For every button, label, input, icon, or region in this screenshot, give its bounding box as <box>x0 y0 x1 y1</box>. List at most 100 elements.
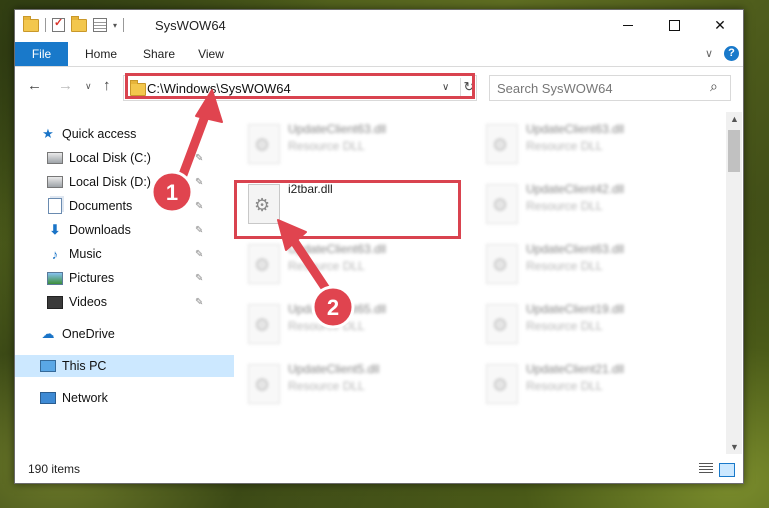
dll-file-icon <box>248 244 280 284</box>
computer-icon <box>40 358 56 374</box>
tab-share[interactable]: Share <box>137 42 181 66</box>
cloud-icon: ☁ <box>41 326 55 341</box>
toolbar-dropdown-icon[interactable]: ▾ <box>113 21 117 30</box>
recent-locations-icon[interactable]: ∨ <box>85 81 92 92</box>
pin-icon[interactable]: ✎ <box>195 177 203 188</box>
file-name: UpdateClient19.dll <box>526 302 625 316</box>
file-name: UpdateClient63.dll <box>288 242 387 256</box>
window-title: SysWOW64 <box>155 18 226 33</box>
sidebar-item-onedrive[interactable]: ☁ OneDrive <box>15 323 234 345</box>
up-arrow-icon[interactable]: ↑ <box>103 77 111 94</box>
title-bar: ▾ SysWOW64 ✕ <box>15 10 743 40</box>
search-input[interactable]: Search SysWOW64 ⌕ <box>489 75 731 101</box>
file-item[interactable]: UpdateClient19.dll Resource DLL <box>474 300 699 356</box>
file-name: UpdateClient42.dll <box>526 182 625 196</box>
refresh-icon[interactable]: ↻ <box>460 78 477 96</box>
download-icon: ⬇ <box>49 222 61 237</box>
pin-icon[interactable]: ✎ <box>195 201 203 212</box>
file-item[interactable]: UpdateClient63.dll Resource DLL <box>474 240 699 296</box>
sidebar-item-downloads[interactable]: ⬇ Downloads ✎ <box>15 219 241 241</box>
close-button[interactable]: ✕ <box>697 10 743 40</box>
address-dropdown-icon[interactable]: ∨ <box>442 82 449 93</box>
sidebar-item-label: Videos <box>69 295 107 309</box>
vertical-scrollbar[interactable]: ▲ ▼ <box>726 112 742 454</box>
maximize-button[interactable] <box>651 10 697 40</box>
star-icon: ★ <box>42 126 54 141</box>
file-name: UpdateClient5.dll <box>288 362 380 376</box>
toolbar-divider <box>123 18 125 32</box>
file-item[interactable]: UpdateClient63.dll Resource DLL <box>236 120 461 176</box>
address-bar[interactable]: C:\Windows\SysWOW64 ∨ ↻ <box>123 75 477 101</box>
file-item[interactable]: UpdateClient5.dll Resource DLL <box>236 360 461 416</box>
disk-icon <box>47 150 63 166</box>
file-type: Resource DLL <box>526 139 603 153</box>
details-view-icon[interactable] <box>699 463 713 475</box>
sidebar-item-label: Music <box>69 247 102 261</box>
tab-view[interactable]: View <box>191 42 231 66</box>
scroll-down-icon[interactable]: ▼ <box>730 442 739 452</box>
pin-icon[interactable]: ✎ <box>195 273 203 284</box>
music-icon: ♪ <box>51 246 59 262</box>
scroll-thumb[interactable] <box>728 130 740 172</box>
sidebar-item-quick-access[interactable]: ★ Quick access <box>15 123 234 145</box>
tab-home[interactable]: Home <box>75 42 127 66</box>
file-item[interactable]: UpdateClient21.dll Resource DLL <box>474 360 699 416</box>
toolbar-divider <box>45 18 46 32</box>
quick-access-toolbar: ▾ <box>23 15 125 33</box>
pin-icon[interactable]: ✎ <box>195 297 203 308</box>
pin-icon[interactable]: ✎ <box>195 249 203 260</box>
sidebar-item-local-disk-c[interactable]: Local Disk (C:) ✎ <box>15 147 241 169</box>
file-name: UpdateClient65.dll <box>288 302 387 316</box>
sidebar-item-documents[interactable]: Documents ✎ <box>15 195 241 217</box>
search-icon[interactable]: ⌕ <box>710 78 718 95</box>
sidebar-item-label: OneDrive <box>62 327 115 341</box>
sidebar-item-label: Documents <box>69 199 133 213</box>
file-name: UpdateClient63.dll <box>526 242 625 256</box>
sidebar-item-network[interactable]: Network <box>15 387 234 409</box>
help-icon[interactable]: ? <box>724 46 739 61</box>
file-type: Resource DLL <box>526 379 603 393</box>
file-item[interactable]: UpdateClient63.dll Resource DLL <box>236 240 461 296</box>
folder-icon[interactable] <box>23 15 39 32</box>
file-item[interactable]: UpdateClient63.dll Resource DLL <box>474 120 699 176</box>
scroll-up-icon[interactable]: ▲ <box>730 114 739 124</box>
sidebar-item-local-disk-d[interactable]: Local Disk (D:) ✎ <box>15 171 241 193</box>
navigation-pane: ★ Quick access Local Disk (C:) ✎ Local D… <box>15 112 234 452</box>
large-icons-view-icon[interactable] <box>719 463 735 477</box>
ribbon-tabs: File Home Share View ∨ ? <box>15 42 743 67</box>
videos-icon <box>47 294 63 310</box>
forward-arrow-icon[interactable]: → <box>58 77 73 94</box>
sidebar-item-pictures[interactable]: Pictures ✎ <box>15 267 241 289</box>
file-type: Resource DLL <box>288 319 365 333</box>
file-explorer-window: ▾ SysWOW64 ✕ File Home Share View ∨ ? ← … <box>14 9 744 484</box>
sidebar-item-music[interactable]: ♪ Music ✎ <box>15 243 241 265</box>
pin-icon[interactable]: ✎ <box>195 153 203 164</box>
properties-check-icon[interactable] <box>52 16 65 32</box>
close-icon: ✕ <box>714 16 726 33</box>
file-item-i2tbar[interactable]: i2tbar.dll <box>236 180 461 236</box>
pictures-icon <box>47 270 63 286</box>
sidebar-item-label: Local Disk (C:) <box>69 151 151 165</box>
network-icon <box>40 390 56 406</box>
pin-icon[interactable]: ✎ <box>195 225 203 236</box>
expand-ribbon-icon[interactable]: ∨ <box>705 47 713 60</box>
minimize-button[interactable] <box>605 10 651 40</box>
new-folder-icon[interactable] <box>71 15 87 32</box>
dll-file-icon <box>248 124 280 164</box>
sidebar-item-videos[interactable]: Videos ✎ <box>15 291 241 313</box>
sidebar-item-label: Pictures <box>69 271 115 285</box>
address-path[interactable]: C:\Windows\SysWOW64 <box>147 81 291 96</box>
tab-file[interactable]: File <box>15 42 68 66</box>
sidebar-item-this-pc[interactable]: This PC <box>15 355 234 377</box>
dll-file-icon <box>248 184 280 224</box>
customize-toolbar-icon[interactable] <box>93 18 107 32</box>
sidebar-item-label: Network <box>62 391 108 405</box>
file-item[interactable]: UpdateClient65.dll Resource DLL <box>236 300 461 356</box>
dll-file-icon <box>486 364 518 404</box>
back-arrow-icon[interactable]: ← <box>27 77 42 94</box>
file-item[interactable]: UpdateClient42.dll Resource DLL <box>474 180 699 236</box>
documents-icon <box>47 198 63 214</box>
dll-file-icon <box>486 244 518 284</box>
sidebar-item-label: Quick access <box>62 127 137 141</box>
file-name: UpdateClient63.dll <box>526 122 625 136</box>
